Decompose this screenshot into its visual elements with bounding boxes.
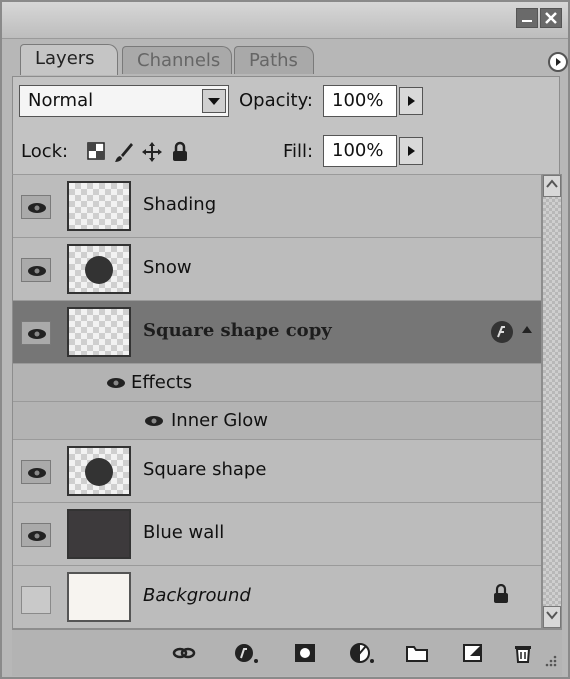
- collapse-effects-icon[interactable]: [521, 323, 533, 339]
- layer-row-square-shape-copy[interactable]: Square shape copy: [13, 301, 541, 364]
- panel-menu-button[interactable]: [548, 52, 568, 72]
- layer-name: Shading: [143, 194, 217, 215]
- eye-icon[interactable]: [21, 195, 51, 219]
- padlock-icon: [494, 584, 508, 603]
- chevron-up-icon: [546, 179, 558, 188]
- layer-name: Blue wall: [143, 522, 225, 543]
- opacity-input[interactable]: 100%: [323, 85, 397, 117]
- effect-row-inner-glow[interactable]: Inner Glow: [13, 402, 541, 440]
- blend-mode-value: Normal: [28, 90, 94, 111]
- layer-effects-icon[interactable]: [491, 321, 513, 343]
- layers-scrollbar[interactable]: [542, 174, 562, 629]
- layer-thumbnail: [67, 446, 131, 496]
- layer-name: Square shape: [143, 459, 267, 480]
- effect-name: Inner Glow: [171, 410, 269, 431]
- layers-list: Shading Snow Square shape copy Effects I…: [12, 174, 542, 629]
- lock-label: Lock:: [21, 141, 69, 162]
- new-group-icon[interactable]: [406, 642, 428, 664]
- layer-style-icon[interactable]: [234, 642, 258, 664]
- layers-bottom-bar: [12, 629, 562, 676]
- layer-mask-icon[interactable]: [294, 642, 316, 664]
- fill-input[interactable]: 100%: [323, 135, 397, 167]
- layer-controls: Normal Opacity: 100% Lock: Fill: 100%: [12, 76, 560, 174]
- layer-name: Snow: [143, 257, 192, 278]
- arrow-right-icon: [408, 146, 415, 156]
- tab-paths[interactable]: Paths: [234, 46, 314, 74]
- panel-titlebar: [2, 2, 568, 39]
- arrow-right-icon: [556, 58, 561, 66]
- eye-icon[interactable]: [105, 376, 127, 390]
- tab-layers[interactable]: Layers: [20, 44, 118, 75]
- scroll-up-button[interactable]: [543, 175, 561, 197]
- eye-icon[interactable]: [21, 321, 51, 345]
- opacity-label: Opacity:: [239, 90, 313, 111]
- layer-name: Square shape copy: [143, 320, 332, 341]
- eye-icon[interactable]: [143, 414, 165, 428]
- opacity-slider-button[interactable]: [399, 87, 423, 115]
- chevron-down-icon: [546, 611, 558, 620]
- scroll-down-button[interactable]: [543, 606, 561, 628]
- chevron-down-icon[interactable]: [202, 89, 226, 113]
- effects-row[interactable]: Effects: [13, 364, 541, 402]
- move-lock-icon[interactable]: [141, 141, 163, 163]
- eye-icon[interactable]: [21, 258, 51, 282]
- new-layer-icon[interactable]: [462, 642, 484, 664]
- eye-icon[interactable]: [21, 460, 51, 484]
- effects-label: Effects: [131, 372, 193, 393]
- link-layers-icon[interactable]: [172, 642, 196, 664]
- layer-row-snow[interactable]: Snow: [13, 238, 541, 301]
- layer-row-square-shape[interactable]: Square shape: [13, 440, 541, 503]
- layer-row-background[interactable]: Background: [13, 566, 541, 628]
- layer-name: Background: [143, 585, 251, 606]
- visibility-toggle[interactable]: [21, 586, 51, 614]
- eye-icon[interactable]: [21, 523, 51, 547]
- arrow-right-icon: [408, 96, 415, 106]
- resize-grip-icon[interactable]: [544, 654, 558, 668]
- padlock-icon[interactable]: [169, 141, 191, 163]
- layer-thumbnail: [67, 307, 131, 357]
- transparent-pixels-lock-icon[interactable]: [85, 141, 107, 163]
- layer-thumbnail: [67, 509, 131, 559]
- tab-channels[interactable]: Channels: [122, 46, 232, 74]
- brush-lock-icon[interactable]: [113, 141, 135, 163]
- layers-panel: Layers Channels Paths Normal Opacity: 10…: [0, 0, 570, 679]
- delete-layer-icon[interactable]: [512, 642, 534, 664]
- adjustment-layer-icon[interactable]: [350, 642, 374, 664]
- close-button[interactable]: [540, 8, 562, 28]
- layer-thumbnail: [67, 572, 131, 622]
- fill-slider-button[interactable]: [399, 137, 423, 165]
- panel-tabs: Layers Channels Paths: [12, 42, 568, 76]
- layer-thumbnail: [67, 181, 131, 231]
- layer-row-blue-wall[interactable]: Blue wall: [13, 503, 541, 566]
- layer-thumbnail: [67, 244, 131, 294]
- fill-label: Fill:: [283, 141, 314, 162]
- blend-mode-select[interactable]: Normal: [19, 85, 229, 117]
- close-icon: [545, 12, 557, 24]
- minimize-button[interactable]: [516, 8, 538, 28]
- minimize-icon: [522, 20, 532, 22]
- layer-row-shading[interactable]: Shading: [13, 175, 541, 238]
